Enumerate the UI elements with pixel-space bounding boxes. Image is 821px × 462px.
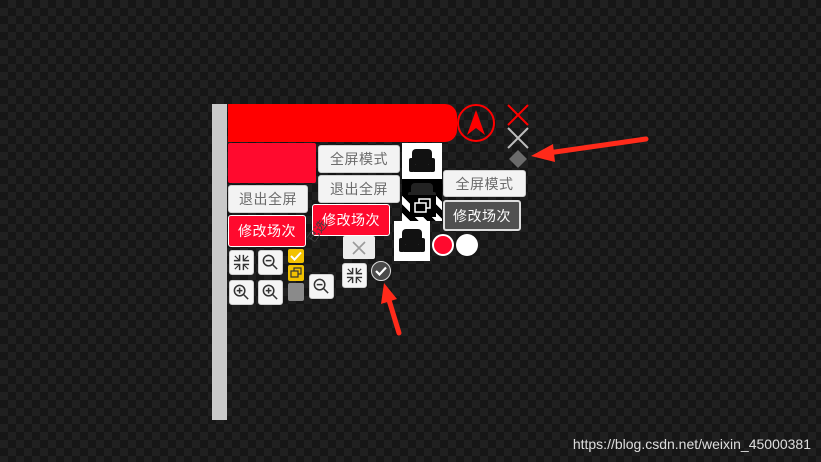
watermark-text: https://blog.csdn.net/weixin_45000381 xyxy=(572,436,811,452)
arrow-icon xyxy=(381,136,649,336)
